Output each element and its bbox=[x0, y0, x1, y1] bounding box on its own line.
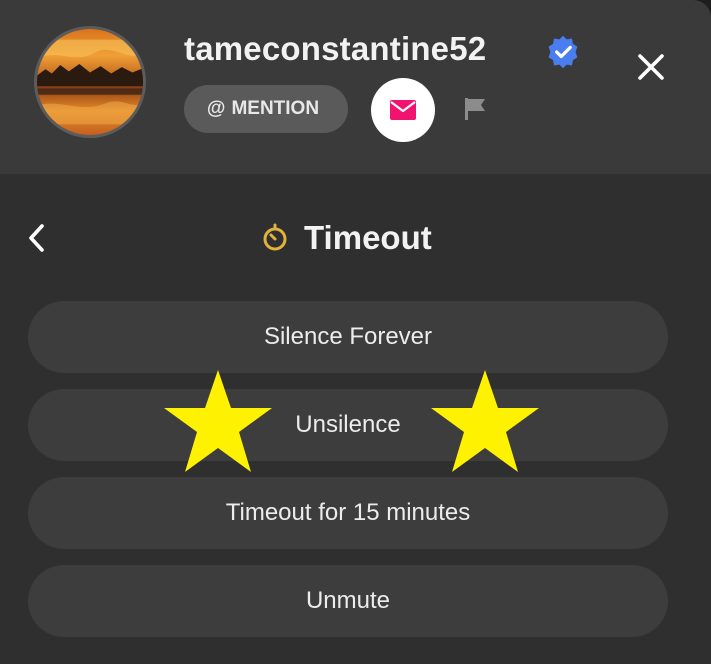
avatar-image bbox=[37, 29, 143, 135]
flag-icon bbox=[465, 98, 485, 120]
at-symbol: @ bbox=[206, 98, 226, 119]
back-button[interactable] bbox=[18, 216, 54, 260]
timeout-section-title: Timeout bbox=[260, 214, 432, 262]
option-label: Unmute bbox=[305, 587, 391, 614]
mention-label: MENTION bbox=[231, 98, 320, 119]
unsilence-button[interactable]: Unsilence bbox=[28, 389, 668, 461]
message-button[interactable] bbox=[371, 78, 435, 142]
user-profile-popup: tameconstantine52 @ MENTION Timeout Sile… bbox=[0, 0, 711, 664]
timeout-15-minutes-button[interactable]: Timeout for 15 minutes bbox=[28, 477, 668, 549]
silence-forever-button[interactable]: Silence Forever bbox=[28, 301, 668, 373]
mail-icon bbox=[390, 100, 416, 120]
profile-header: tameconstantine52 @ MENTION bbox=[0, 0, 711, 174]
report-button[interactable] bbox=[460, 94, 490, 124]
chevron-left-icon bbox=[29, 224, 44, 252]
avatar[interactable] bbox=[34, 26, 146, 138]
close-icon bbox=[638, 54, 664, 80]
page-title: Timeout bbox=[304, 219, 432, 256]
option-label: Unsilence bbox=[295, 411, 401, 438]
mention-button[interactable]: @ MENTION bbox=[184, 85, 348, 133]
option-label: Silence Forever bbox=[263, 323, 433, 350]
unmute-button[interactable]: Unmute bbox=[28, 565, 668, 637]
username: tameconstantine52 bbox=[184, 30, 487, 67]
close-button[interactable] bbox=[628, 44, 674, 90]
verified-badge-icon bbox=[548, 35, 578, 69]
option-label: Timeout for 15 minutes bbox=[225, 499, 471, 526]
timer-icon bbox=[263, 223, 287, 251]
